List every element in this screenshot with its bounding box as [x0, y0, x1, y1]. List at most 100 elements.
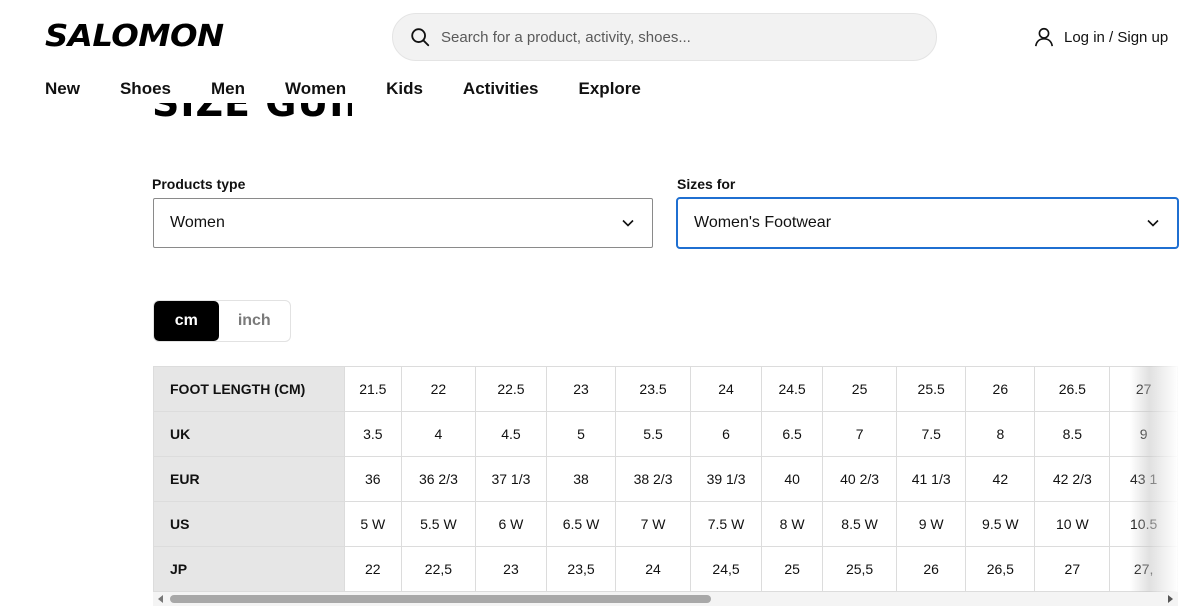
table-row: EUR 36 36 2/3 37 1/3 38 38 2/3 39 1/3 40 40 2/3 4… [153, 456, 1178, 502]
nav-item-explore[interactable]: Explore [579, 79, 641, 99]
main-nav: New Shoes Men Women Kids Activities Expl… [45, 79, 681, 99]
login-label: Log in / Sign up [1064, 28, 1169, 46]
user-icon [1033, 25, 1057, 49]
table-cell: 36 [343, 456, 402, 502]
nav-item-men[interactable]: Men [211, 79, 245, 99]
table-cell: 24,5 [689, 546, 763, 592]
table-cell: 7.5 W [689, 501, 763, 547]
table-cell: 25 [761, 546, 824, 592]
unit-toggle: cm inch [153, 300, 291, 342]
logo-text: SALOMON [45, 19, 224, 54]
table-cell: 26 [965, 366, 1036, 412]
table-cell: 38 2/3 [615, 456, 691, 502]
table-cell: 5.5 [615, 411, 691, 457]
unit-inch-button[interactable]: inch [219, 301, 290, 341]
table-cell: 26 [896, 546, 967, 592]
row-header: US [153, 501, 345, 547]
table-cell: 3.5 [343, 411, 402, 457]
row-header: FOOT LENGTH (CM) [153, 366, 345, 412]
table-cell: 8.5 [1034, 411, 1111, 457]
table-cell: 6 [689, 411, 763, 457]
products-type-value: Women [170, 214, 225, 231]
table-cell: 25.5 [896, 366, 967, 412]
scrollbar-thumb[interactable] [170, 595, 711, 603]
table-cell: 23 [474, 546, 548, 592]
table-cell: 27, [1109, 546, 1178, 592]
table-cell: 7 W [615, 501, 691, 547]
table-cell: 9 [1109, 411, 1178, 457]
table-cell: 22 [343, 546, 402, 592]
table-cell: 8 [965, 411, 1036, 457]
salomon-logo[interactable]: SALOMON [45, 22, 224, 52]
table-cell: 23 [545, 366, 617, 412]
sizes-for-select[interactable]: Women's Footwear [676, 197, 1179, 249]
products-type-label: Products type [152, 176, 246, 192]
search-icon [408, 25, 432, 49]
table-cell: 5.5 W [400, 501, 476, 547]
table-cell: 24 [615, 546, 691, 592]
table-horizontal-scrollbar[interactable] [153, 592, 1178, 606]
table-cell: 5 W [343, 501, 402, 547]
row-header: UK [153, 411, 345, 457]
row-header: EUR [153, 456, 345, 502]
scroll-left-icon[interactable] [156, 594, 166, 604]
table-cell: 21.5 [343, 366, 402, 412]
search-input[interactable] [441, 28, 921, 46]
nav-item-shoes[interactable]: Shoes [120, 79, 171, 99]
table-cell: 25 [822, 366, 898, 412]
table-cell: 10.5 [1109, 501, 1178, 547]
table-cell: 4 [400, 411, 476, 457]
table-cell: 37 1/3 [474, 456, 548, 502]
nav-item-new[interactable]: New [45, 79, 80, 99]
table-cell: 6.5 [761, 411, 824, 457]
table-cell: 22.5 [474, 366, 548, 412]
table-cell: 25,5 [822, 546, 898, 592]
table-cell: 26.5 [1034, 366, 1111, 412]
page-title-text: SIZE GUIDE [152, 103, 352, 125]
table-cell: 40 2/3 [822, 456, 898, 502]
scroll-right-icon[interactable] [1165, 594, 1175, 604]
table-cell: 6 W [474, 501, 548, 547]
chevron-down-icon [620, 215, 636, 231]
table-cell: 23,5 [545, 546, 617, 592]
table-cell: 27 [1034, 546, 1111, 592]
table-cell: 42 [965, 456, 1036, 502]
table-cell: 9.5 W [965, 501, 1036, 547]
table-cell: 26,5 [965, 546, 1036, 592]
table-cell: 38 [545, 456, 617, 502]
unit-cm-button[interactable]: cm [154, 301, 219, 341]
table-cell: 10 W [1034, 501, 1111, 547]
table-cell: 41 1/3 [896, 456, 967, 502]
table-cell: 8.5 W [822, 501, 898, 547]
page-title: SIZE GUIDE [152, 103, 352, 125]
table-cell: 22,5 [400, 546, 476, 592]
table-row: JP 22 22,5 23 23,5 24 24,5 25 25,5 26 26,5 27 27, [153, 546, 1178, 592]
table-cell: 5 [545, 411, 617, 457]
table-cell: 43 1 [1109, 456, 1178, 502]
table-cell: 4.5 [474, 411, 548, 457]
products-type-select[interactable]: Women [153, 198, 653, 248]
size-table-container: FOOT LENGTH (CM) 21.5 22 22.5 23 23.5 24 24.5 25… [153, 366, 1178, 592]
table-cell: 6.5 W [545, 501, 617, 547]
table-cell: 9 W [896, 501, 967, 547]
table-row: FOOT LENGTH (CM) 21.5 22 22.5 23 23.5 24 24.5 25… [153, 366, 1178, 412]
search-bar[interactable] [392, 13, 937, 61]
table-cell: 27 [1109, 366, 1178, 412]
login-link[interactable]: Log in / Sign up [1033, 25, 1168, 49]
table-cell: 39 1/3 [689, 456, 763, 502]
sizes-for-label: Sizes for [677, 176, 736, 192]
sizes-for-value: Women's Footwear [694, 214, 832, 231]
row-header: JP [153, 546, 345, 592]
table-row: UK 3.5 4 4.5 5 5.5 6 6.5 7 7.5 8 8.5 9 [153, 411, 1178, 457]
nav-item-women[interactable]: Women [285, 79, 346, 99]
nav-item-activities[interactable]: Activities [463, 79, 539, 99]
size-table: FOOT LENGTH (CM) 21.5 22 22.5 23 23.5 24 24.5 25… [153, 366, 1178, 592]
table-cell: 24.5 [761, 366, 824, 412]
chevron-down-icon [1145, 215, 1161, 231]
table-cell: 36 2/3 [400, 456, 476, 502]
table-cell: 22 [400, 366, 476, 412]
nav-item-kids[interactable]: Kids [386, 79, 423, 99]
table-row: US 5 W 5.5 W6 W 6.5 W7 W 7.5 W8 W 8.5 W9 W 9.5… [153, 501, 1178, 547]
table-cell: 7 [822, 411, 898, 457]
table-cell: 23.5 [615, 366, 691, 412]
